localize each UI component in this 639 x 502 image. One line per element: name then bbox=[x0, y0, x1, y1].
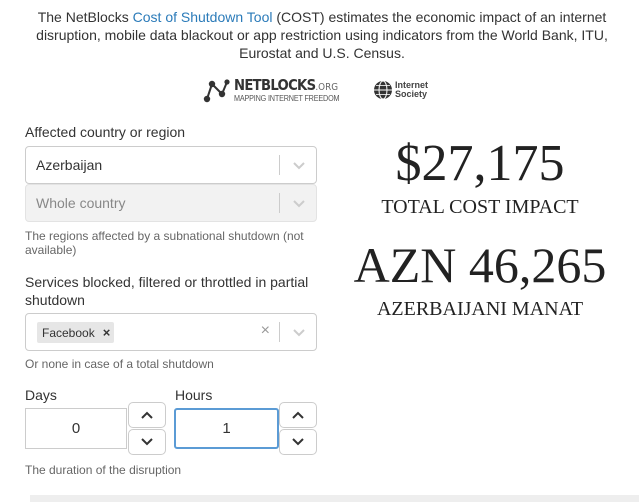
usd-cost-amount: $27,175 bbox=[395, 135, 565, 192]
isoc-line2: Society bbox=[395, 89, 428, 99]
netblocks-tld: .ORG bbox=[315, 82, 339, 93]
intro-prefix: The NetBlocks bbox=[37, 9, 133, 25]
select-separator bbox=[279, 193, 280, 213]
country-value: Azerbaijan bbox=[36, 157, 103, 173]
chevron-down-icon bbox=[292, 438, 304, 446]
local-cost-amount: AZN 46,265 bbox=[353, 237, 607, 293]
clear-icon[interactable]: × bbox=[261, 322, 270, 340]
hours-increment-button[interactable] bbox=[279, 402, 317, 428]
hours-input[interactable]: 1 bbox=[174, 408, 279, 449]
days-increment-button[interactable] bbox=[128, 402, 166, 428]
internet-society-logo[interactable]: Internet Society bbox=[373, 78, 443, 104]
service-tag-label: Facebook bbox=[42, 325, 95, 340]
chevron-up-icon bbox=[292, 411, 304, 419]
select-separator bbox=[279, 155, 280, 175]
days-decrement-button[interactable] bbox=[128, 429, 166, 455]
partner-logos: NETBLOCKS.ORG MAPPING INTERNET FREEDOM I… bbox=[0, 74, 639, 108]
netblocks-logo[interactable]: NETBLOCKS.ORG MAPPING INTERNET FREEDOM bbox=[202, 76, 340, 106]
chevron-down-icon[interactable] bbox=[292, 326, 306, 338]
chevron-down-icon[interactable] bbox=[292, 159, 306, 171]
service-tag-facebook: Facebook × bbox=[37, 322, 115, 343]
close-icon[interactable]: × bbox=[103, 325, 111, 340]
days-label: Days bbox=[25, 387, 57, 403]
bottom-panel-edge bbox=[30, 495, 639, 502]
services-multiselect[interactable]: Facebook × × bbox=[25, 313, 317, 351]
select-separator bbox=[279, 322, 280, 342]
region-hint: The regions affected by a subnational sh… bbox=[25, 229, 304, 257]
duration-hint: The duration of the disruption bbox=[25, 463, 182, 477]
netblocks-wordmark: NETBLOCKS.ORG bbox=[234, 76, 338, 94]
usd-cost-caption: TOTAL COST IMPACT bbox=[381, 196, 579, 218]
cost-tool-link[interactable]: Cost of Shutdown Tool bbox=[133, 9, 273, 25]
netblocks-name: NETBLOCKS bbox=[234, 76, 316, 94]
hours-decrement-button[interactable] bbox=[279, 429, 317, 455]
region-value: Whole country bbox=[36, 195, 126, 211]
chevron-up-icon bbox=[141, 411, 153, 419]
region-select: Whole country bbox=[25, 184, 317, 222]
chevron-down-icon bbox=[293, 200, 305, 208]
days-input[interactable]: 0 bbox=[25, 408, 127, 449]
internet-society-name: Internet Society bbox=[395, 81, 428, 99]
local-currency-caption: AZERBAIJANI MANAT bbox=[376, 298, 584, 320]
intro-text: The NetBlocks Cost of Shutdown Tool (COS… bbox=[22, 8, 622, 62]
chevron-down-icon bbox=[141, 438, 153, 446]
country-label: Affected country or region bbox=[25, 124, 186, 140]
services-label: Services blocked, filtered or throttled … bbox=[25, 274, 309, 308]
netblocks-mark-icon bbox=[203, 79, 230, 103]
globe-icon bbox=[374, 80, 392, 100]
netblocks-tagline: MAPPING INTERNET FREEDOM bbox=[234, 93, 340, 103]
hours-label: Hours bbox=[175, 387, 213, 403]
services-hint: Or none in case of a total shutdown bbox=[25, 357, 214, 371]
country-select[interactable]: Azerbaijan bbox=[25, 146, 317, 184]
